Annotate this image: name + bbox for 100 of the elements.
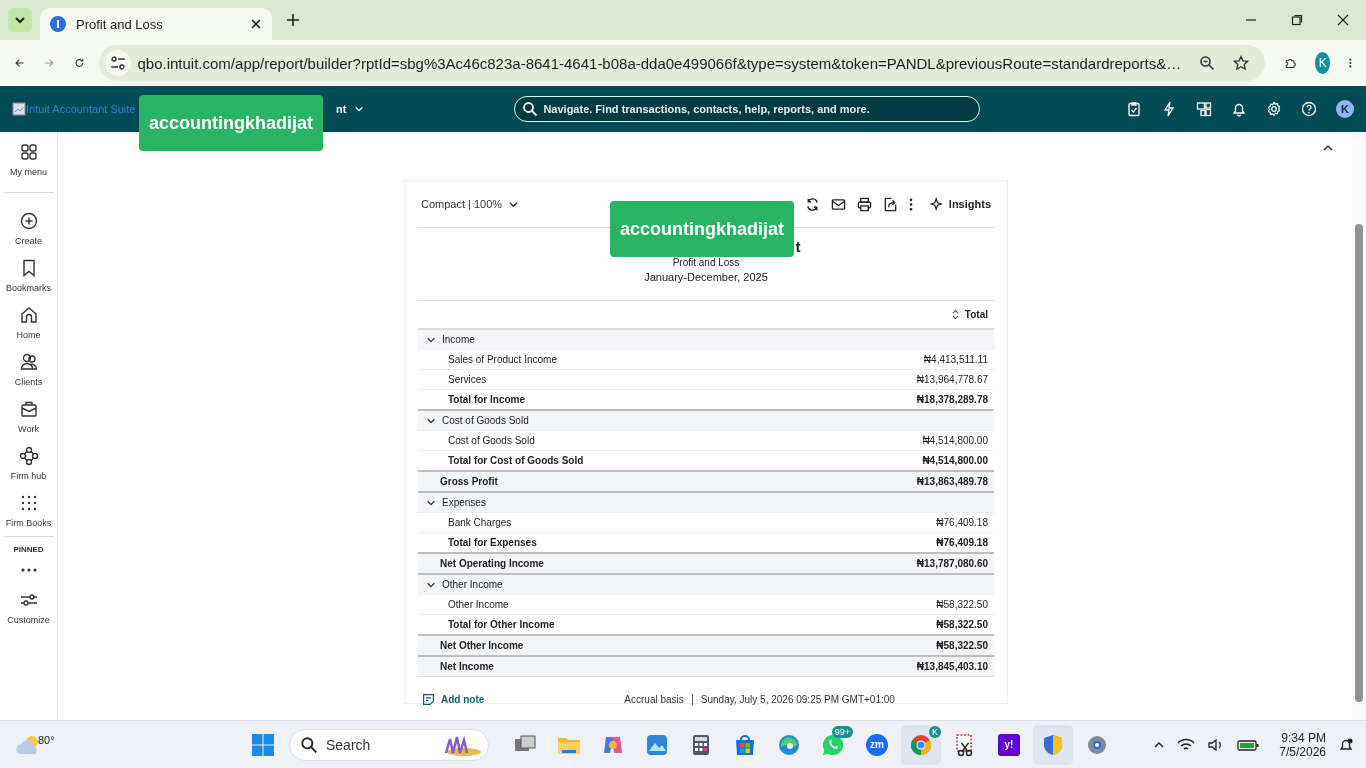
watermark-label: accountingkhadijat [610,201,795,257]
weather-widget[interactable]: 80° [14,733,55,756]
zoom-icon[interactable] [1199,55,1216,71]
section-label: Other Income [442,579,504,590]
sidebar-item[interactable]: Bookmarks [1,258,56,293]
amount-cell: ₦4,514,800.00 [922,455,988,466]
amount-cell[interactable]: ₦4,413,511.11 [923,354,988,365]
taskbar-app[interactable]: zm [856,724,897,765]
help-icon[interactable] [1301,101,1317,117]
apps-icon[interactable] [1196,101,1212,117]
broken-image-icon [12,102,26,116]
section-label: Cost of Goods Sold [442,415,530,426]
yahoo-icon [996,732,1021,757]
report-period: January-December, 2025 [644,271,768,283]
row-label: Net Other Income [440,640,525,651]
home-icon [18,305,39,325]
taskbar-app[interactable]: K [900,724,941,765]
search-field[interactable]: Navigate. Find transactions, contacts, help, reports, and more. [514,96,981,122]
sparkle-icon [929,197,944,211]
site-settings-icon[interactable] [105,50,132,76]
row-label: Total for Other Income [448,619,556,630]
amount-cell: ₦58,322.50 [936,640,988,651]
sidebar-item[interactable]: Work [1,399,56,434]
tab-title: Profit and Loss [76,16,164,32]
total-column-header[interactable]: Total [951,309,988,320]
amount-cell: ₦58,322.50 [936,619,988,630]
customize-item[interactable]: Customize [1,590,56,625]
sidebar-item[interactable]: Firm hub [1,446,56,481]
grid-icon [18,142,39,162]
watermark-label: accountingkhadijat [139,95,324,151]
sidebar-item[interactable]: Clients [1,352,56,387]
browser-tab[interactable]: Profit and Loss [40,8,272,40]
company-name[interactable]: nt [336,103,347,115]
star-icon[interactable] [1233,55,1250,71]
user-avatar[interactable]: K [1336,100,1354,118]
amount-cell[interactable]: ₦58,322.50 [936,599,988,610]
more-icon[interactable] [908,196,913,212]
app-logo-text: zm [870,739,884,750]
taskbar-app[interactable]: y! [988,724,1029,765]
restore-icon[interactable] [1291,14,1303,26]
amount-cell: ₦13,863,489.78 [916,476,988,487]
email-icon[interactable] [830,196,846,212]
row-label: Sales of Product Income [448,354,558,365]
amount-cell[interactable]: ₦76,409.18 [936,517,988,528]
sidebar-item[interactable]: My menu [1,142,56,177]
chevron-down-icon[interactable] [354,104,365,114]
notification-badge: K [928,725,941,738]
row-label: Total for Expenses [448,537,538,548]
taskbar-search[interactable]: Search [288,728,489,761]
row-label: Total for Cost of Goods Sold [448,455,585,466]
row-label: Cost of Goods Sold [448,435,536,446]
row-label: Bank Charges [448,517,513,528]
print-icon[interactable] [856,196,872,212]
notification-icon[interactable] [1338,736,1354,753]
section-label: Income [442,334,476,345]
network-icon [18,446,39,466]
app-logo-text: y! [1004,739,1014,750]
search-icon [299,735,318,754]
lightning-icon[interactable] [1161,101,1177,117]
battery-icon[interactable] [1237,737,1260,752]
add-note-link[interactable]: Add note [422,692,485,706]
address-bar[interactable]: qbo.intuit.com/app/report/builder?rptId=sbg%3Ac46c823a-8641-4641-b08a-dda0e499066f&type=system&token=PANDL&previousRoute=standardreports&… [99,45,1266,81]
report-timestamp: Sunday, July 5, 2026 09:25 PM GMT+01:00 [700,693,895,705]
chrome-icon [908,732,933,757]
sidebar-item[interactable]: Firm Books [1,493,56,528]
row-label: Net Operating Income [440,558,545,569]
clipboard-icon[interactable] [1126,101,1142,117]
settings-icon[interactable] [1266,101,1282,117]
view-dropdown[interactable]: Compact | 100% [421,198,520,210]
accounting-basis: Accrual basis [624,693,684,705]
taskbar-app[interactable]: 99+ [812,724,853,765]
section-label: Expenses [442,497,487,508]
insights-button[interactable]: Insights [929,197,991,211]
tab-search-button[interactable] [8,8,32,32]
scrollbar[interactable] [1352,132,1366,720]
close-icon[interactable] [250,18,262,30]
amount-cell[interactable]: ₦13,964,778.67 [916,374,988,385]
amount-cell: ₦18,378,289.78 [916,394,988,405]
plus-icon[interactable] [286,13,300,27]
bell-icon[interactable] [1231,101,1247,117]
amount-cell: ₦76,409.18 [936,537,988,548]
export-icon[interactable] [882,196,898,212]
refresh-icon[interactable] [804,196,820,212]
amount-cell: ₦13,845,403.10 [916,661,988,672]
amount-cell[interactable]: ₦4,514,800.00 [922,435,988,446]
profile-avatar[interactable]: K [1315,52,1331,74]
report-subtitle: Profit and Loss [672,257,740,268]
start-icon[interactable] [250,732,275,757]
amount-cell: ₦13,787,080.60 [916,558,988,569]
close-icon[interactable] [1337,14,1349,26]
row-label: Services [448,374,488,385]
sort-icon [951,309,959,320]
wifi-icon[interactable] [1177,737,1196,752]
sidebar-item[interactable]: Create [1,211,56,246]
clock[interactable]: 9:34 PM 7/5/2026 [1279,730,1326,759]
video-app-icon [864,732,889,757]
row-label: Net Income [440,661,495,672]
sidebar-item[interactable]: Home [1,305,56,340]
more-icon[interactable] [20,568,37,572]
url-text: qbo.intuit.com/app/report/builder?rptId=sbg%3Ac46c823a-8641-4641-b08a-dda0e499066f&type=system&token=PANDL&previousRoute=standardreports&… [137,54,1182,72]
